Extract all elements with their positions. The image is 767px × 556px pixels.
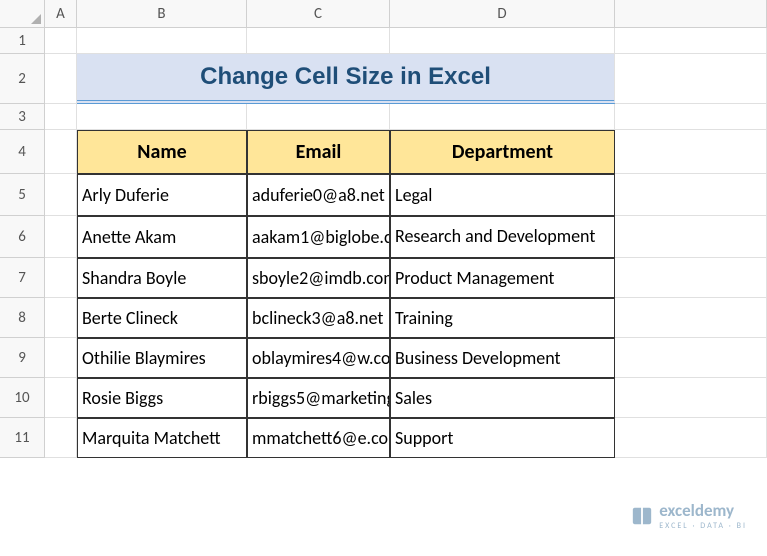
cell-b1[interactable] [77,28,247,54]
table-row[interactable]: oblaymires4@w.com [247,338,390,378]
watermark-tag: EXCEL · DATA · BI [659,521,747,531]
cell-a1[interactable] [45,28,77,54]
row-header-1[interactable]: 1 [0,28,45,54]
table-row[interactable]: sboyle2@imdb.com [247,258,390,298]
header-email[interactable]: Email [247,130,390,174]
cell-e9[interactable] [615,338,767,378]
col-header-b[interactable]: B [77,0,247,28]
cell-e8[interactable] [615,298,767,338]
col-header-ext[interactable] [615,0,767,28]
row-header-9[interactable]: 9 [0,338,45,378]
table-row[interactable]: Othilie Blaymires [77,338,247,378]
cell-a6[interactable] [45,216,77,258]
row-header-8[interactable]: 8 [0,298,45,338]
col-header-d[interactable]: D [390,0,615,28]
table-row[interactable]: Anette Akam [77,216,247,258]
row-header-10[interactable]: 10 [0,378,45,418]
table-row[interactable]: Berte Clineck [77,298,247,338]
table-row[interactable]: Shandra Boyle [77,258,247,298]
cell-a5[interactable] [45,174,77,216]
row-header-2[interactable]: 2 [0,54,45,104]
table-row[interactable]: Legal [390,174,615,216]
row-header-4[interactable]: 4 [0,130,45,174]
cell-a2[interactable] [45,54,77,104]
select-all-corner[interactable] [0,0,45,28]
cell-a10[interactable] [45,378,77,418]
row-header-5[interactable]: 5 [0,174,45,216]
table-row[interactable]: Arly Duferie [77,174,247,216]
cell-e7[interactable] [615,258,767,298]
table-row[interactable]: bclineck3@a8.net [247,298,390,338]
cell-c1[interactable] [247,28,390,54]
row-header-6[interactable]: 6 [0,216,45,258]
book-icon [631,505,653,527]
cell-e4[interactable] [615,130,767,174]
row-header-11[interactable]: 11 [0,418,45,458]
table-row[interactable]: aakam1@biglobe.com [247,216,390,258]
table-row[interactable]: Business Development [390,338,615,378]
cell-a9[interactable] [45,338,77,378]
cell-e1[interactable] [615,28,767,54]
header-name[interactable]: Name [77,130,247,174]
cell-a7[interactable] [45,258,77,298]
cell-a11[interactable] [45,418,77,458]
watermark: exceldemy EXCEL · DATA · BI [631,500,747,531]
cell-e10[interactable] [615,378,767,418]
spreadsheet-grid: A B C D 1 2 Change Cell Size in Excel 3 … [0,0,767,458]
table-row[interactable]: aduferie0@a8.net [247,174,390,216]
table-row[interactable]: Sales [390,378,615,418]
cell-e2[interactable] [615,54,767,104]
cell-e11[interactable] [615,418,767,458]
cell-e3[interactable] [615,104,767,130]
cell-b3[interactable] [77,104,247,130]
cell-d1[interactable] [390,28,615,54]
watermark-brand: exceldemy [659,500,747,521]
col-header-c[interactable]: C [247,0,390,28]
row-header-7[interactable]: 7 [0,258,45,298]
cell-a4[interactable] [45,130,77,174]
row-header-3[interactable]: 3 [0,104,45,130]
table-row[interactable]: Rosie Biggs [77,378,247,418]
title-cell[interactable]: Change Cell Size in Excel [77,54,615,104]
cell-d3[interactable] [390,104,615,130]
cell-a8[interactable] [45,298,77,338]
col-header-a[interactable]: A [45,0,77,28]
table-row[interactable]: Support [390,418,615,458]
table-row[interactable]: rbiggs5@marketing.com [247,378,390,418]
cell-e6[interactable] [615,216,767,258]
cell-e5[interactable] [615,174,767,216]
header-dept[interactable]: Department [390,130,615,174]
cell-c3[interactable] [247,104,390,130]
table-row[interactable]: Training [390,298,615,338]
table-row[interactable]: Research and Development [390,216,615,258]
table-row[interactable]: Product Management [390,258,615,298]
table-row[interactable]: Marquita Matchett [77,418,247,458]
table-row[interactable]: mmatchett6@e.com [247,418,390,458]
cell-a3[interactable] [45,104,77,130]
